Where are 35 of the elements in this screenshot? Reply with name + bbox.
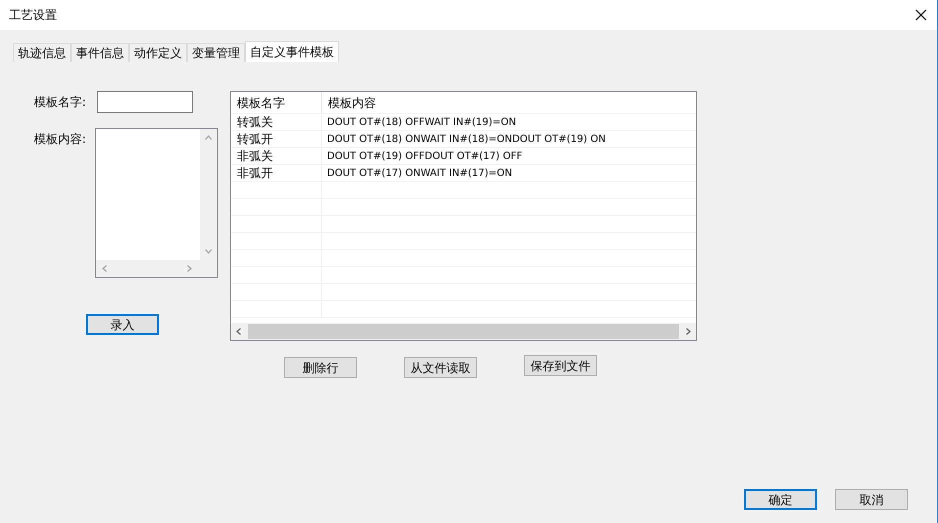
action-button[interactable]: 删除行 [284,357,357,378]
table-cell: 转弧关 [231,114,322,130]
tab[interactable]: 变量管理 [187,43,245,62]
dialog-button[interactable]: 取消 [835,489,908,510]
content-field[interactable] [95,128,218,278]
scroll-right-icon[interactable] [187,265,192,272]
tab[interactable]: 事件信息 [71,43,129,62]
table-cell: 非弧开 [231,165,322,181]
action-button[interactable]: 从文件读取 [404,357,477,378]
tab[interactable]: 动作定义 [129,43,187,62]
table-cell-text: DOUT OT#(19) OFFDOUT OT#(17) OFF [326,150,524,164]
action-button[interactable]: 保存到文件 [524,355,597,376]
table-cell-text: DOUT OT#(18) ONWAIT IN#(18)=ONDOUT OT#(19) ON [326,132,607,146]
scroll-left-icon[interactable] [236,328,241,335]
table-cell-text: DOUT OT#(18) OFFWAIT IN#(19)=ON [326,116,518,130]
tab[interactable]: 轨迹信息 [13,43,71,62]
horizontal-scrollbar[interactable] [231,323,696,340]
name-field[interactable] [97,91,193,113]
table-cell: 转弧开 [231,131,322,147]
tab[interactable]: 自定义事件模板 [245,41,339,62]
column-header[interactable]: 模板内容 [322,92,696,113]
content-label: 模板内容: [34,131,88,148]
window-title: 工艺设置 [9,7,57,24]
scroll-right-icon[interactable] [686,328,691,335]
scrollbar-thumb[interactable] [248,324,679,339]
scroll-left-icon[interactable] [102,265,107,272]
name-label: 模板名字: [34,94,88,111]
scroll-down-icon[interactable] [205,249,212,254]
enter-button[interactable]: 录入 [86,314,159,335]
scroll-up-icon[interactable] [205,135,212,140]
close-icon[interactable] [915,9,927,21]
table-cell: 非弧关 [231,148,322,164]
dialog-button[interactable]: 确定 [744,489,817,510]
column-header[interactable]: 模板名字 [231,92,322,113]
table-cell-text: DOUT OT#(17) ONWAIT IN#(17)=ON [326,166,514,180]
